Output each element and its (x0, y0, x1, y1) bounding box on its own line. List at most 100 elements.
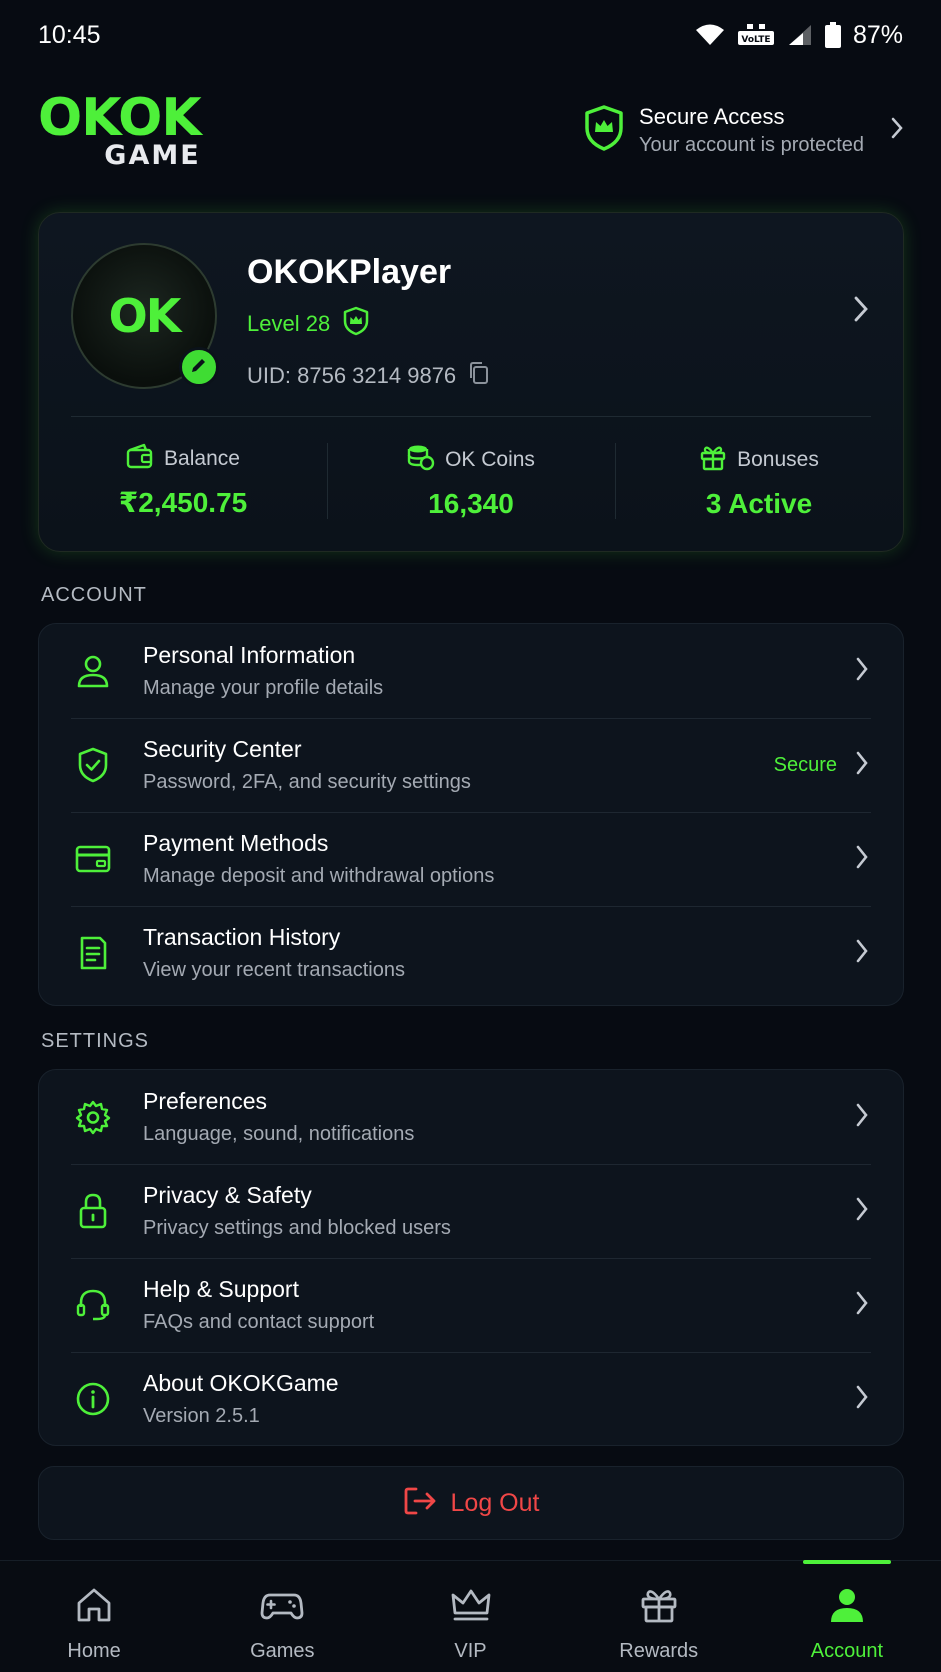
shield-check-icon (73, 745, 113, 785)
tab-vip[interactable]: VIP (376, 1561, 564, 1672)
stat-ok-coins[interactable]: OK Coins 16,340 (327, 443, 615, 520)
battery-icon (824, 22, 841, 48)
stat-value: 3 Active (705, 488, 813, 519)
tab-label: VIP (454, 1640, 487, 1662)
wifi-icon (695, 23, 725, 47)
pencil-icon (189, 355, 209, 380)
tab-rewards[interactable]: Rewards (565, 1561, 753, 1672)
shield-crown-icon (583, 104, 625, 157)
menu-item-transaction-history[interactable]: Transaction History View your recent tra… (39, 906, 903, 1000)
stat-balance[interactable]: Balance ₹2,450.75 (39, 443, 327, 520)
menu-item-subtitle: Language, sound, notifications (143, 1123, 415, 1145)
chevron-right-icon (855, 1196, 869, 1227)
tab-account[interactable]: Account (753, 1560, 941, 1672)
tab-label: Home (67, 1640, 121, 1662)
info-icon (73, 1379, 113, 1419)
user-icon (73, 651, 113, 691)
chevron-right-icon (855, 1102, 869, 1133)
lock-icon (73, 1191, 113, 1231)
tab-games[interactable]: Games (188, 1561, 376, 1672)
headset-icon (73, 1285, 113, 1325)
menu-item-title: Transaction History (143, 924, 341, 950)
profile-chevron-right-icon[interactable] (853, 295, 869, 328)
tab-home[interactable]: Home (0, 1561, 188, 1672)
menu-item-subtitle: Manage your profile details (143, 677, 384, 699)
battery-percent: 87% (852, 20, 903, 49)
username: OKOKPlayer (247, 253, 452, 291)
card-icon (73, 839, 113, 879)
divider (71, 416, 871, 417)
menu-item-title: Personal Information (143, 642, 356, 668)
secure-access-title: Secure Access (639, 103, 785, 129)
menu-item-preferences[interactable]: Preferences Language, sound, notificatio… (39, 1070, 903, 1164)
player-level: Level 28 (247, 310, 331, 336)
menu-item-about[interactable]: About OKOKGame Version 2.5.1 (39, 1352, 903, 1446)
copy-icon[interactable] (468, 361, 490, 390)
active-tab-indicator (802, 1560, 891, 1564)
app-logo: OKOK GAME (38, 87, 202, 171)
stats-row: Balance ₹2,450.75 OK Coins 16,340 Bonuse… (39, 443, 903, 520)
chevron-right-icon (855, 1384, 869, 1415)
secure-access-subtitle: Your account is protected (639, 133, 864, 156)
logout-label: Log Out (450, 1488, 540, 1517)
status-bar: 10:45 VoLTE 87% (0, 0, 941, 70)
logout-icon (403, 1486, 437, 1521)
secure-access-button[interactable]: Secure Access Your account is protected (583, 104, 904, 157)
gear-icon (73, 1097, 113, 1137)
signal-icon (787, 23, 813, 47)
home-icon (74, 1585, 114, 1630)
user-icon (827, 1585, 867, 1630)
menu-item-subtitle: Version 2.5.1 (143, 1405, 260, 1427)
level-shield-icon (342, 306, 370, 341)
gift-icon (639, 1585, 679, 1630)
stat-label: Balance (164, 446, 240, 470)
menu-item-subtitle: Manage deposit and withdrawal options (143, 865, 495, 887)
section-title-settings: SETTINGS (41, 1030, 150, 1052)
receipt-icon (73, 933, 113, 973)
svg-text:VoLTE: VoLTE (741, 35, 770, 45)
coins-icon (407, 443, 435, 476)
status-icons: VoLTE 87% (695, 21, 903, 50)
security-status-badge: Secure (773, 753, 837, 776)
logout-button[interactable]: Log Out (38, 1466, 904, 1540)
level-row: Level 28 (247, 306, 490, 341)
menu-item-privacy-safety[interactable]: Privacy & Safety Privacy settings and bl… (39, 1164, 903, 1258)
logo-wordmark-bottom: GAME (104, 139, 201, 171)
menu-item-payment-methods[interactable]: Payment Methods Manage deposit and withd… (39, 812, 903, 906)
logo-wordmark-top: OKOK (38, 87, 202, 148)
tab-label: Games (250, 1640, 315, 1662)
chevron-right-icon (855, 656, 869, 687)
menu-item-title: Help & Support (143, 1276, 299, 1302)
chevron-right-icon (855, 750, 869, 781)
menu-item-title: Preferences (143, 1088, 268, 1114)
tab-label: Account (810, 1640, 884, 1662)
stat-label: Bonuses (737, 447, 819, 471)
profile-info: OKOKPlayer Level 28 UID: 8756 3214 9876 (247, 253, 490, 390)
menu-item-personal-information[interactable]: Personal Information Manage your profile… (39, 624, 903, 718)
bottom-tab-bar: Home Games VIP Rewards Account (0, 1560, 941, 1672)
gift-icon (699, 443, 727, 476)
menu-item-subtitle: Privacy settings and blocked users (143, 1217, 451, 1239)
stat-value: ₹2,450.75 (118, 487, 248, 518)
app-header: OKOK GAME Secure Access Your account is … (38, 90, 904, 170)
menu-item-subtitle: View your recent transactions (143, 959, 405, 981)
status-time: 10:45 (38, 20, 101, 49)
menu-item-title: Payment Methods (143, 830, 329, 856)
menu-item-title: About OKOKGame (143, 1370, 339, 1396)
secure-access-text: Secure Access Your account is protected (639, 104, 864, 157)
edit-avatar-button[interactable] (179, 347, 219, 387)
chevron-right-icon (855, 1290, 869, 1321)
uid-row: UID: 8756 3214 9876 (247, 361, 490, 390)
tab-label: Rewards (619, 1640, 699, 1662)
volte-icon: VoLTE (737, 23, 775, 47)
crown-icon (449, 1585, 493, 1630)
account-menu: Personal Information Manage your profile… (38, 623, 904, 1006)
menu-item-title: Privacy & Safety (143, 1182, 312, 1208)
menu-item-subtitle: Password, 2FA, and security settings (143, 771, 471, 793)
stat-bonuses[interactable]: Bonuses 3 Active (615, 443, 903, 520)
menu-item-security-center[interactable]: Security Center Password, 2FA, and secur… (39, 718, 903, 812)
stat-label: OK Coins (445, 447, 535, 471)
chevron-right-icon (890, 116, 904, 145)
gamepad-icon (260, 1585, 304, 1630)
menu-item-help-support[interactable]: Help & Support FAQs and contact support (39, 1258, 903, 1352)
